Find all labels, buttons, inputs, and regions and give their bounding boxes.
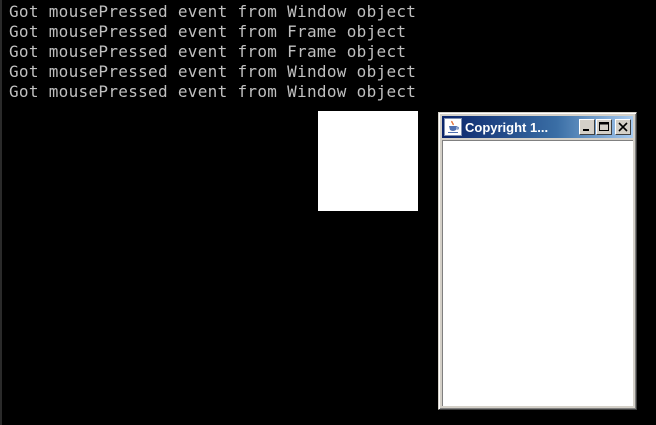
console-left-edge [0,0,2,425]
frame-titlebar[interactable]: Copyright 1... [442,116,633,138]
console-line: Got mousePressed event from Window objec… [9,2,417,21]
maximize-button[interactable] [596,119,612,135]
console-line: Got mousePressed event from Window objec… [9,82,417,101]
minimize-icon [583,129,589,131]
console-line: Got mousePressed event from Window objec… [9,62,417,81]
frame-window[interactable]: Copyright 1... [438,112,637,410]
console-line: Got mousePressed event from Frame object [9,22,407,41]
close-button[interactable] [615,119,631,135]
maximize-icon [599,122,609,131]
undecorated-window[interactable] [318,111,418,211]
frame-client-area[interactable] [442,140,633,406]
console-output: Got mousePressed event from Window objec… [9,2,416,102]
minimize-button[interactable] [579,119,595,135]
desktop-screen: Got mousePressed event from Window objec… [0,0,656,425]
console-line: Got mousePressed event from Frame object [9,42,407,61]
close-icon [618,122,628,132]
frame-title: Copyright 1... [465,119,549,135]
java-cup-icon[interactable] [444,118,462,136]
